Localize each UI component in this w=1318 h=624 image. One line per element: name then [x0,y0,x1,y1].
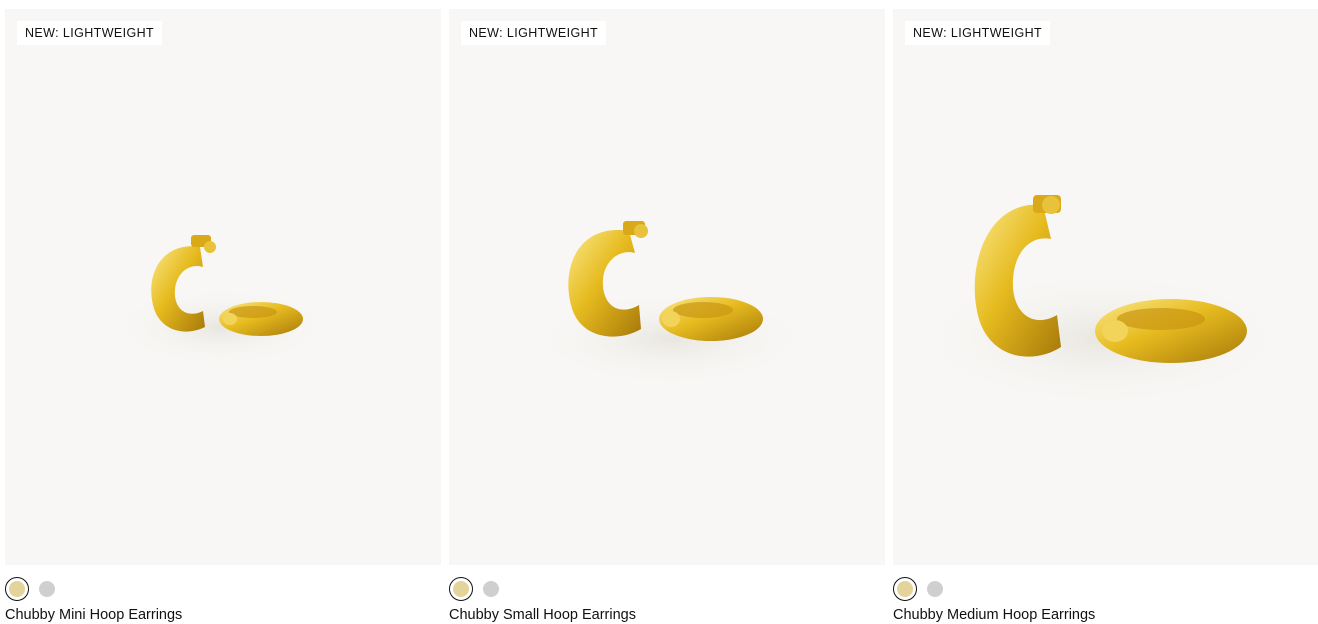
product-name[interactable]: Chubby Medium Hoop Earrings [893,606,1318,624]
product-image[interactable]: NEW: LIGHTWEIGHT [449,9,885,565]
earrings-image [913,195,1293,409]
earrings-image [531,221,811,387]
product-badge: NEW: LIGHTWEIGHT [461,21,607,45]
color-swatches [5,577,441,601]
product-name[interactable]: Chubby Small Hoop Earrings [449,606,885,624]
product-card[interactable]: NEW: LIGHTWEIGHT Chubby Small Hoop Earri… [449,9,885,624]
swatch-silver-dot [39,581,55,597]
color-swatches [449,577,885,601]
product-grid: NEW: LIGHTWEIGHT Chubby Mini Hoop Earrin… [5,9,1318,624]
swatch-gold[interactable] [449,577,473,601]
product-card[interactable]: NEW: LIGHTWEIGHT Chubby Mini Hoop Earrin… [5,9,441,624]
swatch-gold-dot [453,581,469,597]
product-card[interactable]: NEW: LIGHTWEIGHT Chubby Medium Hoop Earr… [893,9,1318,624]
swatch-silver-dot [483,581,499,597]
swatch-gold-dot [9,581,25,597]
earrings-image [110,235,330,367]
swatch-gold[interactable] [893,577,917,601]
product-image[interactable]: NEW: LIGHTWEIGHT [5,9,441,565]
product-image[interactable]: NEW: LIGHTWEIGHT [893,9,1318,565]
swatch-silver[interactable] [479,577,503,601]
swatch-silver[interactable] [35,577,59,601]
swatch-gold[interactable] [5,577,29,601]
product-name[interactable]: Chubby Mini Hoop Earrings [5,606,441,624]
swatch-silver[interactable] [923,577,947,601]
color-swatches [893,577,1318,601]
swatch-silver-dot [927,581,943,597]
swatch-gold-dot [897,581,913,597]
product-badge: NEW: LIGHTWEIGHT [17,21,163,45]
product-badge: NEW: LIGHTWEIGHT [905,21,1051,45]
